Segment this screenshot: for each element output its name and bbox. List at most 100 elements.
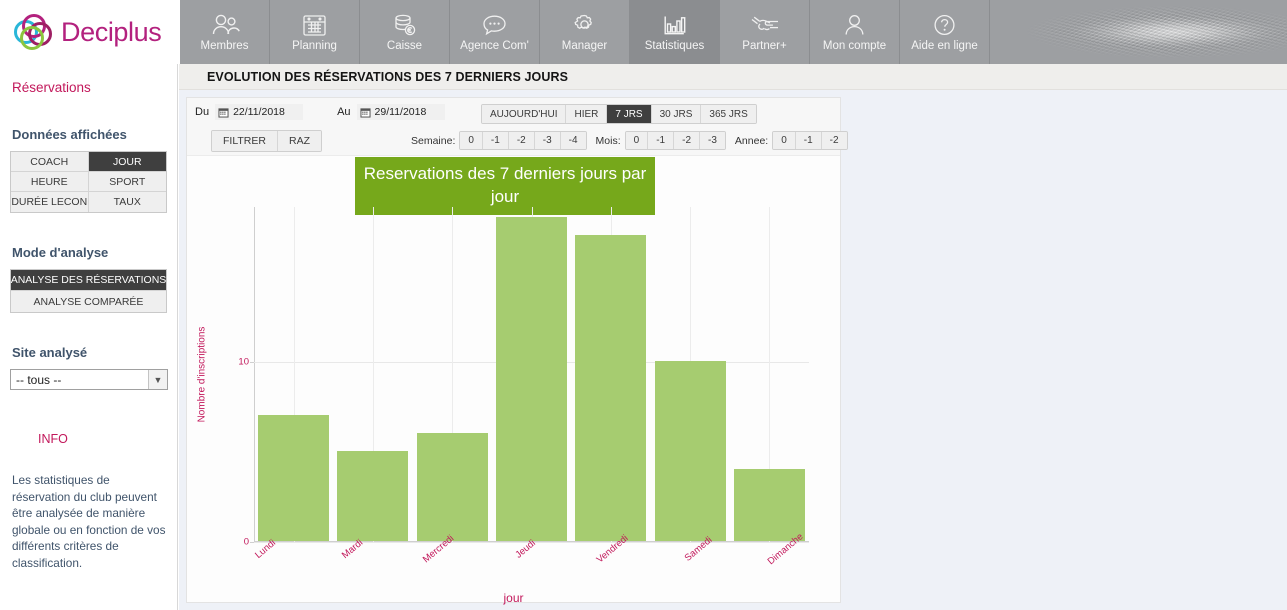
chart-bar-cell [254,207,333,541]
chart-bar[interactable] [733,468,805,541]
chart-bar[interactable] [258,414,330,541]
chart-bars [254,207,809,541]
chart-bar-cell [730,207,809,541]
mode-button-analyse-reservations[interactable]: ANALYSE DES RÉSERVATIONS [11,270,166,291]
nav-item-manager[interactable]: Manager [540,0,630,64]
chart-x-axis-title: jour [503,591,524,605]
data-button-duree-lecon[interactable]: DURÉE LECON [11,192,89,212]
semaine-step-m2[interactable]: -2 [508,132,535,149]
mois-step-m1[interactable]: -1 [648,132,675,149]
semaine-step-m3[interactable]: -3 [534,132,561,149]
mode-analyse-list: ANALYSE DES RÉSERVATIONS ANALYSE COMPARÉ… [10,269,167,313]
chart-bar-cell [413,207,492,541]
chart-bar[interactable] [575,234,647,541]
annee-step-m2[interactable]: -2 [821,132,847,149]
chart-y-axis-title: Nombre d'inscriptions [195,207,209,542]
nav-item-agence-com[interactable]: Agence Com' [450,0,540,64]
chart-x-tick-cell: Lundi [219,538,306,587]
info-title: INFO [38,432,68,446]
chart-bar[interactable] [495,216,567,541]
nav-item-statistiques[interactable]: Statistiques [630,0,720,64]
chart-x-tick-cell: Jeudi [479,538,566,587]
quick-range-buttons: AUJOURD'HUI HIER 7 JRS 30 JRS 365 JRS [481,104,757,124]
chevron-down-icon[interactable]: ▼ [148,370,167,389]
help-circle-icon [932,12,957,38]
nav-item-mon-compte[interactable]: Mon compte [810,0,900,64]
nav-item-aide-en-ligne[interactable]: Aide en ligne [900,0,990,64]
nav-item-membres[interactable]: Membres [180,0,270,64]
deciplus-circles-logo-icon [14,12,54,52]
nav-label-partner-plus: Partner+ [742,40,787,52]
brand-logo[interactable]: Deciplus [0,0,180,64]
bar-chart-icon [662,12,687,38]
nav-item-caisse[interactable]: Caisse [360,0,450,64]
chart-container: Reservations des 7 derniers jours par jo… [187,157,840,605]
data-button-jour[interactable]: JOUR [88,152,166,172]
nav-item-partner-plus[interactable]: Partner+ [720,0,810,64]
chart-y-axis-title-text: Nombre d'inscriptions [196,326,208,423]
chart-bar-cell [333,207,412,541]
header-decorative-banner [990,0,1287,64]
semaine-step-0[interactable]: 0 [460,132,483,149]
quick-range-30-jrs[interactable]: 30 JRS [651,105,702,123]
chart-plot-inner: 0 10 [238,207,809,548]
top-bar: Deciplus Membres Planning Caisse Agence … [0,0,1287,64]
label-au: Au [337,106,351,118]
mois-step-m2[interactable]: -2 [674,132,701,149]
annee-step-m1[interactable]: -1 [795,132,822,149]
nav-label-membres: Membres [200,40,249,52]
label-mois: Mois: [595,134,621,147]
chart-bar[interactable] [416,432,488,541]
chart-plot-area: 0 10 [222,207,824,548]
sidebar: Réservations Données affichées COACH JOU… [0,64,178,610]
chart-x-tick-cell: Dimanche [738,531,825,587]
quick-range-aujourdhui[interactable]: AUJOURD'HUI [482,105,567,123]
label-semaine: Semaine: [411,134,456,147]
quick-range-hier[interactable]: HIER [566,105,608,123]
data-button-taux[interactable]: TAUX [88,192,166,212]
quick-range-365-jrs[interactable]: 365 JRS [701,105,756,123]
data-button-sport[interactable]: SPORT [88,172,166,192]
chart-bar-cell [650,207,729,541]
mois-step-0[interactable]: 0 [625,132,649,149]
data-button-heure[interactable]: HEURE [11,172,89,192]
semaine-step-m4[interactable]: -4 [560,132,586,149]
annee-step-0[interactable]: 0 [773,132,796,149]
filtrer-button[interactable]: FILTRER [212,131,278,151]
data-button-coach[interactable]: COACH [11,152,89,172]
gear-icon [572,12,597,38]
chart-bar[interactable] [654,360,726,541]
calendar-icon [302,12,327,38]
nav-label-statistiques: Statistiques [644,40,705,52]
filter-toolbar: Du 22/11/2018 Au 29/11/2018 AUJOURD'HUI … [187,98,848,156]
chart-x-tick-cell: Samedi [652,535,739,587]
handshake-icon [750,12,780,38]
page-title: EVOLUTION DES RÉSERVATIONS DES 7 DERNIER… [179,64,1287,90]
chart-bar[interactable] [337,450,409,541]
app-root: Deciplus Membres Planning Caisse Agence … [0,0,1287,610]
date-from-field[interactable]: 22/11/2018 [215,104,304,120]
filter-action-buttons: FILTRER RAZ [211,130,322,152]
data-displayed-button-grid: COACH JOUR HEURE SPORT DURÉE LECON TAUX [10,151,167,213]
label-annee: Annee: [734,134,769,147]
nav-label-agence-com: Agence Com' [460,40,529,52]
mois-steppers: 0 -1 -2 -3 [624,131,726,150]
nav-item-planning[interactable]: Planning [270,0,360,64]
chart-y-tick-label: 10 [238,356,249,368]
user-icon [842,12,867,38]
mois-step-m3[interactable]: -3 [700,132,725,149]
chart-bar-cell [571,207,650,541]
quick-range-7-jrs[interactable]: 7 JRS [607,105,652,123]
semaine-step-m1[interactable]: -1 [482,132,509,149]
semaine-steppers: 0 -1 -2 -3 -4 [459,131,587,150]
mode-button-analyse-comparee[interactable]: ANALYSE COMPARÉE [11,291,166,312]
stats-card: Du 22/11/2018 Au 29/11/2018 AUJOURD'HUI … [186,97,848,605]
raz-button[interactable]: RAZ [277,131,321,151]
chart-x-tick-cell: Mercredi [392,533,479,587]
chart-bar-cell [492,207,571,541]
nav-label-agence-caisse: Caisse [386,40,423,52]
date-to-field[interactable]: 29/11/2018 [356,104,445,120]
site-analyse-select[interactable]: -- tous -- ▼ [10,369,168,390]
site-analyse-selected-value: -- tous -- [16,372,62,387]
chart-x-tick-cell: Vendredi [565,533,652,587]
